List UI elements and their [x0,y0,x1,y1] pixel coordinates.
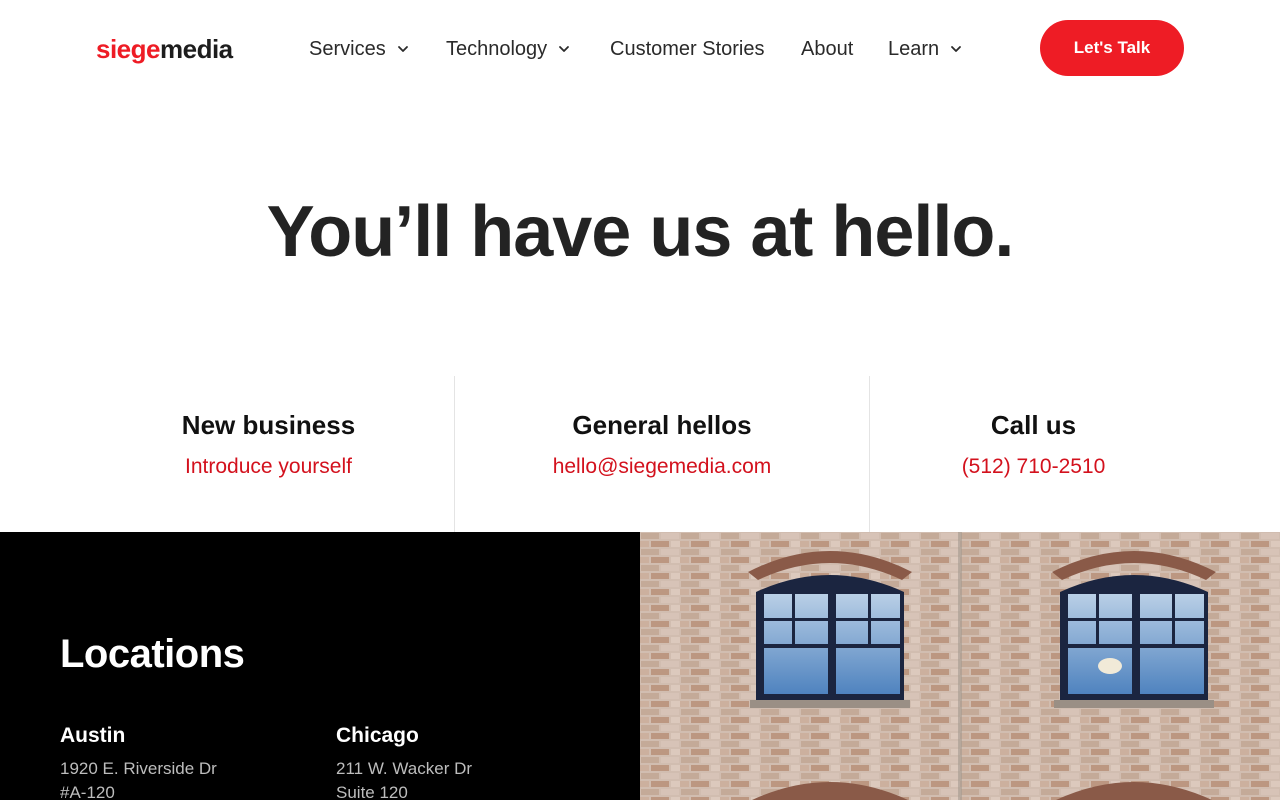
contact-heading: Call us [990,410,1077,440]
location-austin: Austin 1920 E. Riverside Dr #A-120 [60,720,300,800]
nav-label-technology: Technology [446,37,548,60]
contact-call-us: Call us (512) 710-2510 [869,376,1197,532]
address-line: #A-120 [60,783,115,800]
address-line: Suite 120 [336,783,408,800]
contact-heading: New business [181,410,356,440]
contact-new-business: New business Introduce yourself [83,376,454,532]
address-line: 211 W. Wacker Dr [336,759,473,778]
introduce-yourself-link[interactable]: Introduce yourself [83,452,454,482]
chevron-down-icon [557,42,571,56]
logo-media: media [160,34,233,64]
chevron-down-icon [949,42,963,56]
nav-item-about[interactable]: About [801,34,853,64]
locations-section: Locations Austin 1920 E. Riverside Dr #A… [0,532,640,800]
chevron-down-icon [396,42,410,56]
window-right [1054,575,1214,708]
email-link[interactable]: hello@siegemedia.com [455,452,869,482]
locations-title: Locations [60,632,245,676]
site-header: siegemedia Services Technology Customer … [0,0,1280,96]
city-name: Austin [60,724,126,747]
city-name: Chicago [336,724,419,747]
contact-general-hellos: General hellos hello@siegemedia.com [454,376,869,532]
nav-item-services[interactable]: Services [309,34,410,64]
brick-building-image [640,532,1280,800]
contact-options: New business Introduce yourself General … [83,376,1197,532]
window-left [750,575,910,708]
siege-media-logo[interactable]: siegemedia [96,32,233,66]
nav-item-learn[interactable]: Learn [888,34,963,64]
brick-wall-illustration [640,532,1280,800]
phone-link[interactable]: (512) 710-2510 [870,452,1197,482]
nav-item-technology[interactable]: Technology [446,34,571,64]
page-title: You’ll have us at hello. [266,192,1015,272]
nav-label-customer-stories: Customer Stories [610,37,765,60]
location-chicago: Chicago 211 W. Wacker Dr Suite 120 [336,720,576,800]
nav-label-about: About [801,37,854,60]
nav-label-learn: Learn [888,37,940,60]
nav-label-services: Services [309,37,386,60]
contact-heading: General hellos [572,410,752,440]
address-line: 1920 E. Riverside Dr [60,759,217,778]
logo-siege: siege [96,34,161,64]
lets-talk-button[interactable]: Let's Talk [1040,20,1184,76]
nav-item-customer-stories[interactable]: Customer Stories [610,34,765,64]
